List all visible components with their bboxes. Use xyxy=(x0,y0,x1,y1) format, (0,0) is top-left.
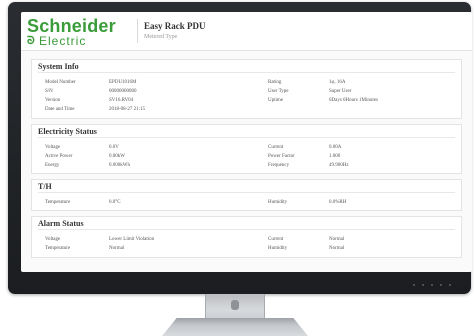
field-label: Voltage xyxy=(45,145,61,150)
table-row: Version SV16.RV04 Uptime 0Days 0Hours 1M… xyxy=(32,98,461,106)
field-value: 0.0V xyxy=(109,145,119,150)
cable-slot xyxy=(231,300,239,310)
section-divider xyxy=(38,72,455,73)
field-value: 1φ, 16A xyxy=(329,80,346,85)
alarm-status-title: Alarm Status xyxy=(38,219,84,228)
monitor-button[interactable] xyxy=(413,284,415,286)
monitor-buttons xyxy=(413,284,451,286)
field-value: 0.00kW xyxy=(109,154,125,159)
field-label: Uptime xyxy=(268,98,283,103)
field-label: Date and Time xyxy=(45,107,75,112)
table-row: Temperature 0.0°C Humidity 0.0%RH xyxy=(32,200,461,208)
field-value: 0Days 0Hours 1Minutes xyxy=(329,98,378,103)
table-row: Model Number EPDU1016M Rating 1φ, 16A xyxy=(32,80,461,88)
field-label: Power Factor xyxy=(268,154,295,159)
field-value: Normal xyxy=(329,246,345,251)
monitor-stand-base xyxy=(162,318,308,336)
monitor-button[interactable] xyxy=(431,284,433,286)
section-divider xyxy=(38,192,455,193)
section-divider xyxy=(38,229,455,230)
field-label: User Type xyxy=(268,89,289,94)
temperature-humidity-panel: T/H Temperature 0.0°C Humidity 0.0%RH xyxy=(31,179,462,211)
field-label: Version xyxy=(45,98,61,103)
field-value: 0.000kWh xyxy=(109,163,130,168)
field-label: Current xyxy=(268,237,284,242)
field-value: 0.00A xyxy=(329,145,342,150)
field-value: Lower Limit Violation xyxy=(109,237,155,242)
field-value: 00000000000 xyxy=(109,89,137,94)
table-row: Temperature Normal Humidity Normal xyxy=(32,246,461,254)
monitor-button[interactable] xyxy=(440,284,442,286)
field-value: 2018-08-27 21:15 xyxy=(109,107,145,112)
page-subtitle: Metered Type xyxy=(144,34,178,40)
field-label: S/N xyxy=(45,89,53,94)
table-row: Voltage Lower Limit Violation Current No… xyxy=(32,237,461,245)
field-label: Rating xyxy=(268,80,282,85)
alarm-status-panel: Alarm Status Voltage Lower Limit Violati… xyxy=(31,216,462,258)
field-value: 0.0°C xyxy=(109,200,121,205)
field-value: Super User xyxy=(329,89,352,94)
table-row: Energy 0.000kWh Frequency 49.900Hz xyxy=(32,163,461,171)
logo-wordmark-bottom: Electric xyxy=(39,34,87,48)
field-value: 49.900Hz xyxy=(329,163,349,168)
header-divider xyxy=(137,19,138,43)
field-label: Humidity xyxy=(268,200,288,205)
pdu-web-screen: Schneider ᘐ Electric Easy Rack PDU Meter… xyxy=(21,12,472,272)
table-row: S/N 00000000000 User Type Super User xyxy=(32,89,461,97)
logo-wordmark-top: Schneider xyxy=(27,16,116,36)
page-title: Easy Rack PDU xyxy=(144,21,206,31)
schneider-logo[interactable]: Schneider ᘐ Electric xyxy=(27,17,137,47)
th-title: T/H xyxy=(38,182,52,191)
system-info-panel: System Info Model Number EPDU1016M Ratin… xyxy=(31,59,462,119)
table-row: Date and Time 2018-08-27 21:15 xyxy=(32,107,461,115)
monitor-stand-neck xyxy=(205,294,265,322)
logo-leaf-icon: ᘐ xyxy=(27,35,35,47)
field-value: SV16.RV04 xyxy=(109,98,134,103)
electricity-status-title: Electricity Status xyxy=(38,127,97,136)
monitor-scene: Schneider ᘐ Electric Easy Rack PDU Meter… xyxy=(0,0,475,336)
field-value: 1.000 xyxy=(329,154,341,159)
system-info-title: System Info xyxy=(38,62,79,71)
monitor-bezel: Schneider ᘐ Electric Easy Rack PDU Meter… xyxy=(8,2,472,294)
field-label: Model Number xyxy=(45,80,76,85)
table-row: Voltage 0.0V Current 0.00A xyxy=(32,145,461,153)
field-label: Active Power xyxy=(45,154,73,159)
field-label: Voltage xyxy=(45,237,61,242)
field-value: 0.0%RH xyxy=(329,200,347,205)
section-divider xyxy=(38,137,455,138)
field-label: Frequency xyxy=(268,163,290,168)
field-value: Normal xyxy=(109,246,125,251)
electricity-status-panel: Electricity Status Voltage 0.0V Current … xyxy=(31,124,462,174)
monitor-button[interactable] xyxy=(422,284,424,286)
field-label: Temperature xyxy=(45,246,71,251)
monitor-button[interactable] xyxy=(449,284,451,286)
field-value: EPDU1016M xyxy=(109,80,137,85)
field-label: Current xyxy=(268,145,284,150)
table-row: Active Power 0.00kW Power Factor 1.000 xyxy=(32,154,461,162)
field-label: Humidity xyxy=(268,246,288,251)
field-label: Temperature xyxy=(45,200,71,205)
field-label: Energy xyxy=(45,163,60,168)
app-header: Schneider ᘐ Electric Easy Rack PDU Meter… xyxy=(21,12,472,51)
field-value: Normal xyxy=(329,237,345,242)
